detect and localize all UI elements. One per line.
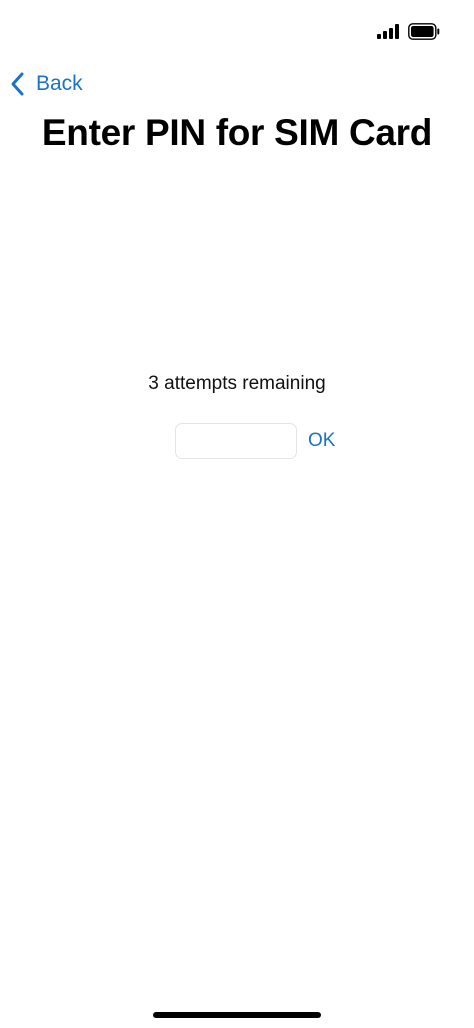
page-title: Enter PIN for SIM Card <box>41 112 433 153</box>
home-indicator[interactable] <box>153 1012 321 1018</box>
status-bar <box>0 0 474 64</box>
pin-input[interactable] <box>175 423 297 459</box>
chevron-left-icon <box>11 72 24 96</box>
ok-button[interactable]: OK <box>308 428 335 454</box>
attempts-remaining-text: 3 attempts remaining <box>148 373 326 394</box>
back-label: Back <box>36 72 83 95</box>
cellular-signal-icon <box>377 24 402 39</box>
back-button[interactable]: Back <box>8 66 83 102</box>
battery-full-icon <box>408 23 440 40</box>
